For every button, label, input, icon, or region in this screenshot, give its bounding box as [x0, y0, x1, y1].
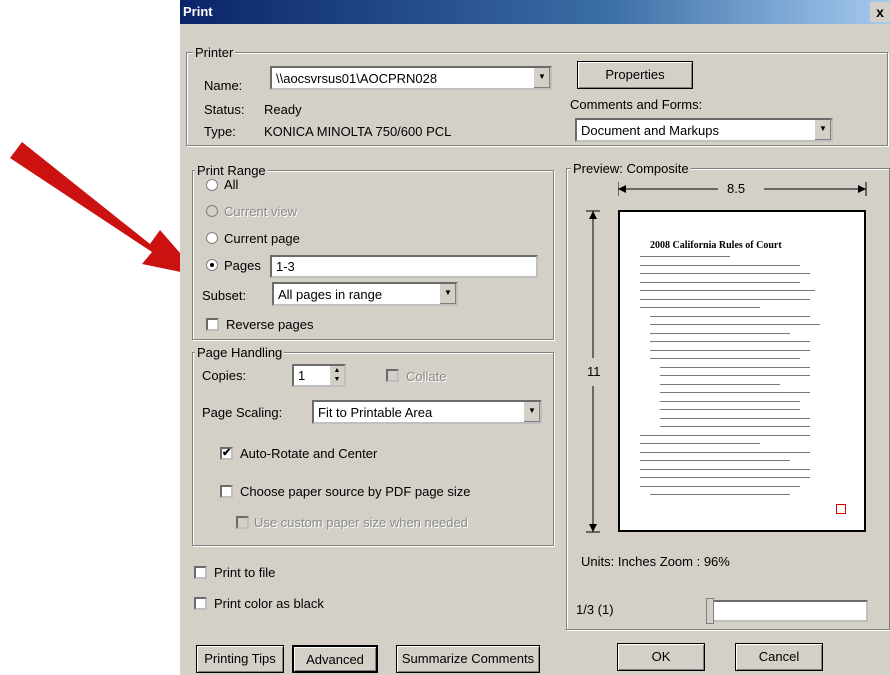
ok-button[interactable]: OK — [617, 643, 705, 671]
page-handling-legend: Page Handling — [195, 345, 285, 360]
status-label: Status: — [204, 102, 245, 117]
subset-label: Subset: — [202, 288, 247, 303]
preview-text-line — [640, 307, 760, 308]
preview-text-line — [660, 383, 780, 385]
preview-text-line — [660, 426, 810, 427]
preview-text-line — [640, 273, 810, 274]
radio-current-view-label: Current view — [224, 204, 297, 219]
height-ruler-label: 11 — [587, 364, 601, 379]
print-color-black-label: Print color as black — [214, 596, 324, 611]
preview-text-line — [640, 290, 815, 291]
preview-text-line — [640, 264, 800, 266]
type-label: Type: — [204, 124, 236, 139]
preview-text-line — [650, 358, 800, 359]
preview-text-line — [660, 392, 810, 393]
custom-paper-checkbox — [236, 516, 249, 529]
title-bar: Print x — [180, 0, 890, 24]
subset-value: All pages in range — [278, 287, 383, 302]
printing-tips-button[interactable]: Printing Tips — [196, 645, 284, 673]
print-to-file-label: Print to file — [214, 565, 276, 580]
width-ruler-label: 8.5 — [727, 181, 746, 196]
preview-text-line — [660, 409, 800, 410]
preview-doc-title: 2008 California Rules of Court — [650, 240, 782, 251]
preview-text-line — [640, 451, 810, 453]
copies-label: Copies: — [202, 368, 247, 383]
advanced-button[interactable]: Advanced — [292, 645, 378, 673]
preview-text-line — [650, 349, 810, 351]
preview-page-indicator: 1/3 (1) — [576, 602, 614, 617]
preview-text-line — [650, 341, 810, 342]
print-to-file-checkbox[interactable] — [194, 566, 207, 579]
preview-page-slider[interactable] — [706, 600, 868, 622]
preview-stamp-icon — [836, 504, 846, 514]
radio-current-page-label: Current page — [224, 231, 300, 246]
preview-text-line — [640, 460, 790, 461]
preview-legend: Preview: Composite — [571, 161, 691, 176]
reverse-pages-label: Reverse pages — [226, 317, 314, 332]
preview-text-line — [640, 298, 810, 300]
page-scaling-label: Page Scaling: — [202, 405, 283, 420]
copies-value: 1 — [298, 368, 306, 383]
radio-pages-label: Pages — [224, 258, 261, 273]
print-color-black-checkbox[interactable] — [194, 597, 207, 610]
preview-page: 2008 California Rules of Court — [618, 210, 866, 532]
collate-label: Collate — [406, 369, 447, 384]
preview-text-line — [650, 324, 820, 325]
properties-button[interactable]: Properties — [577, 61, 693, 89]
subset-select[interactable]: All pages in range ▼ — [272, 282, 458, 306]
preview-text-line — [640, 256, 730, 257]
comments-forms-select[interactable]: Document and Markups ▼ — [575, 118, 833, 142]
preview-text-line — [660, 400, 800, 402]
auto-rotate-label: Auto-Rotate and Center — [240, 446, 378, 461]
comments-forms-value: Document and Markups — [581, 123, 720, 138]
page-scaling-select[interactable]: Fit to Printable Area ▼ — [312, 400, 542, 424]
radio-current-page[interactable] — [206, 232, 218, 244]
preview-text-line — [640, 281, 800, 283]
preview-text-line — [640, 468, 810, 470]
preview-text-line — [650, 315, 810, 317]
copies-spin-icon[interactable]: ▲ ▼ — [330, 366, 344, 385]
radio-all-label: All — [224, 177, 239, 192]
custom-paper-label: Use custom paper size when needed — [254, 515, 468, 530]
slider-thumb[interactable] — [706, 598, 714, 624]
summarize-comments-button[interactable]: Summarize Comments — [396, 645, 540, 673]
collate-checkbox — [386, 369, 399, 382]
reverse-pages-checkbox[interactable] — [206, 318, 219, 331]
page-scaling-value: Fit to Printable Area — [318, 405, 433, 420]
preview-text-line — [650, 332, 790, 334]
printer-name-select[interactable]: \\aocsvrsus01\AOCPRN028 ▼ — [270, 66, 552, 90]
chevron-down-icon[interactable]: ▼ — [814, 120, 831, 140]
preview-text-line — [640, 477, 810, 478]
cancel-button[interactable]: Cancel — [735, 643, 823, 671]
print-range-legend: Print Range — [195, 163, 268, 178]
printer-legend: Printer — [193, 45, 236, 60]
preview-units-zoom: Units: Inches Zoom : 96% — [581, 554, 730, 569]
preview-text-line — [640, 485, 800, 487]
radio-current-view — [206, 205, 218, 217]
window-title: Print — [183, 4, 213, 19]
name-label: Name: — [204, 78, 243, 93]
red-pointer-arrow-icon — [10, 142, 200, 276]
radio-all[interactable] — [206, 179, 218, 191]
pages-input[interactable]: 1-3 — [270, 255, 538, 278]
auto-rotate-checkbox[interactable]: ✔ — [220, 447, 233, 460]
close-icon[interactable]: x — [870, 2, 890, 22]
printer-name-value: \\aocsvrsus01\AOCPRN028 — [276, 71, 438, 86]
preview-text-line — [640, 443, 760, 444]
type-value: KONICA MINOLTA 750/600 PCL — [264, 124, 452, 139]
paper-source-checkbox[interactable] — [220, 485, 233, 498]
paper-source-label: Choose paper source by PDF page size — [240, 484, 471, 499]
status-value: Ready — [264, 102, 302, 117]
preview-text-line — [640, 434, 810, 436]
comments-forms-label: Comments and Forms: — [570, 97, 703, 112]
preview-text-line — [660, 417, 810, 419]
radio-pages[interactable] — [206, 259, 218, 271]
preview-text-line — [660, 375, 810, 376]
chevron-down-icon[interactable]: ▼ — [533, 68, 550, 88]
preview-text-line — [660, 366, 810, 368]
chevron-down-icon[interactable]: ▼ — [439, 284, 456, 304]
chevron-down-icon[interactable]: ▼ — [523, 402, 540, 422]
preview-text-line — [650, 494, 790, 495]
